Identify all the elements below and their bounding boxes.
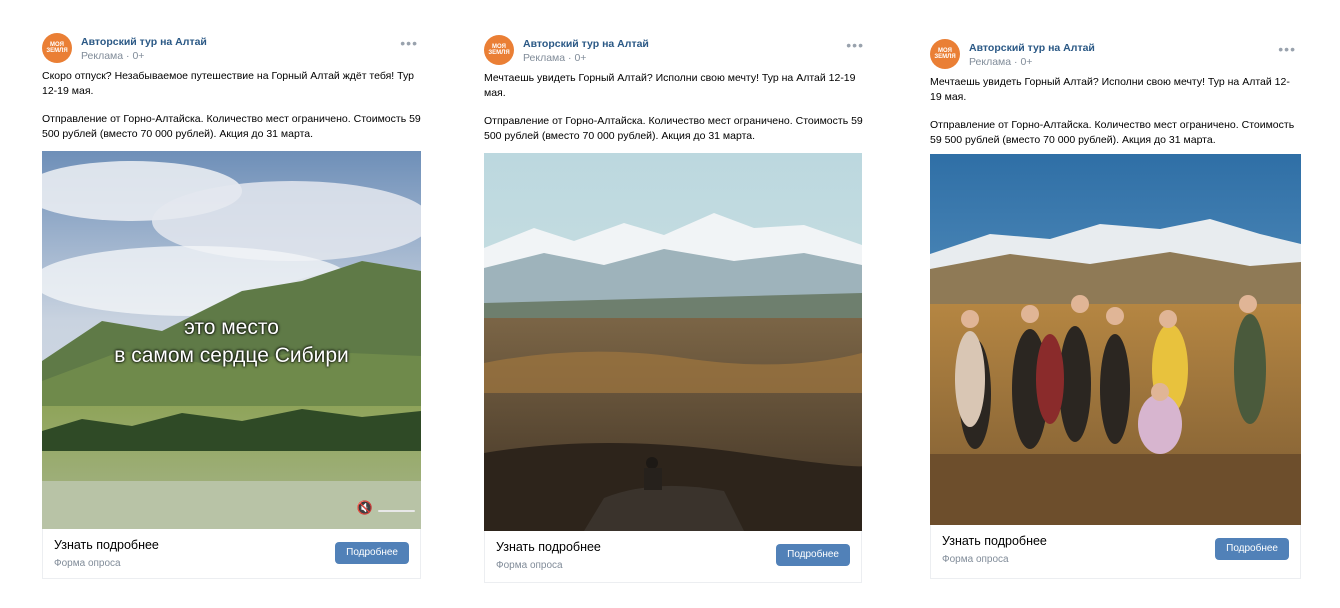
- post-text-paragraph-1: Мечтаешь увидеть Горный Алтай? Исполни с…: [484, 72, 856, 99]
- ad-label: Реклама · 0+: [969, 56, 1033, 68]
- post-image[interactable]: [484, 153, 862, 531]
- cta-subtitle: Форма опроса: [54, 558, 121, 569]
- ad-post-3: МОЯ ЗЕМЛЯ Авторский тур на Алтай Реклама…: [918, 31, 1308, 579]
- avatar[interactable]: МОЯ ЗЕМЛЯ: [484, 35, 514, 65]
- ad-label: Реклама · 0+: [81, 50, 145, 62]
- post-header: МОЯ ЗЕМЛЯ Авторский тур на Алтай Реклама…: [930, 39, 1296, 75]
- post-text: Скоро отпуск? Незабываемое путешествие н…: [42, 69, 422, 155]
- author-name[interactable]: Авторский тур на Алтай: [969, 42, 1095, 54]
- video-caption-line-1: это место: [184, 316, 279, 339]
- post-text-paragraph-2: Отправление от Горно-Алтайска. Количеств…: [930, 119, 1295, 146]
- post-text-paragraph-2: Отправление от Горно-Алтайска. Количеств…: [484, 115, 863, 142]
- post-text: Мечтаешь увидеть Горный Алтай? Исполни с…: [930, 75, 1300, 161]
- more-options-icon[interactable]: •••: [400, 36, 418, 50]
- post-header: МОЯ ЗЕМЛЯ Авторский тур на Алтай Реклама…: [484, 35, 864, 71]
- avatar[interactable]: МОЯ ЗЕМЛЯ: [930, 39, 960, 69]
- more-details-button[interactable]: Подробнее: [1215, 538, 1289, 560]
- post-text: Мечтаешь увидеть Горный Алтай? Исполни с…: [484, 71, 868, 157]
- more-details-button[interactable]: Подробнее: [335, 542, 409, 564]
- cta-footer: Узнать подробнее Форма опроса Подробнее: [484, 531, 862, 583]
- post-text-paragraph-2: Отправление от Горно-Алтайска. Количеств…: [42, 113, 421, 140]
- cta-title: Узнать подробнее: [496, 540, 601, 554]
- post-text-paragraph-1: Скоро отпуск? Незабываемое путешествие н…: [42, 70, 414, 97]
- author-name[interactable]: Авторский тур на Алтай: [523, 38, 649, 50]
- video-player[interactable]: это место в самом сердце Сибири 🔇: [42, 151, 421, 529]
- cta-title: Узнать подробнее: [54, 538, 159, 552]
- more-options-icon[interactable]: •••: [846, 38, 864, 52]
- ad-post-2: МОЯ ЗЕМЛЯ Авторский тур на Алтай Реклама…: [472, 27, 876, 583]
- video-caption-line-2: в самом сердце Сибири: [114, 344, 349, 367]
- more-options-icon[interactable]: •••: [1278, 42, 1296, 56]
- group-photo-image: [930, 154, 1301, 525]
- volume-slider[interactable]: [378, 510, 415, 512]
- cta-footer: Узнать подробнее Форма опроса Подробнее: [42, 529, 421, 579]
- avatar[interactable]: МОЯ ЗЕМЛЯ: [42, 33, 72, 63]
- cta-title: Узнать подробнее: [942, 534, 1047, 548]
- post-text-paragraph-1: Мечтаешь увидеть Горный Алтай? Исполни с…: [930, 76, 1290, 103]
- cta-subtitle: Форма опроса: [942, 554, 1009, 565]
- author-name[interactable]: Авторский тур на Алтай: [81, 36, 207, 48]
- ad-label: Реклама · 0+: [523, 52, 587, 64]
- more-details-button[interactable]: Подробнее: [776, 544, 850, 566]
- post-header: МОЯ ЗЕМЛЯ Авторский тур на Алтай Реклама…: [42, 33, 418, 69]
- cta-subtitle: Форма опроса: [496, 560, 563, 571]
- post-image[interactable]: [930, 154, 1301, 525]
- cta-footer: Узнать подробнее Форма опроса Подробнее: [930, 525, 1301, 579]
- mute-icon[interactable]: 🔇: [357, 500, 373, 516]
- mountain-landscape-image: [484, 153, 862, 531]
- ad-post-1: МОЯ ЗЕМЛЯ Авторский тур на Алтай Реклама…: [30, 25, 430, 579]
